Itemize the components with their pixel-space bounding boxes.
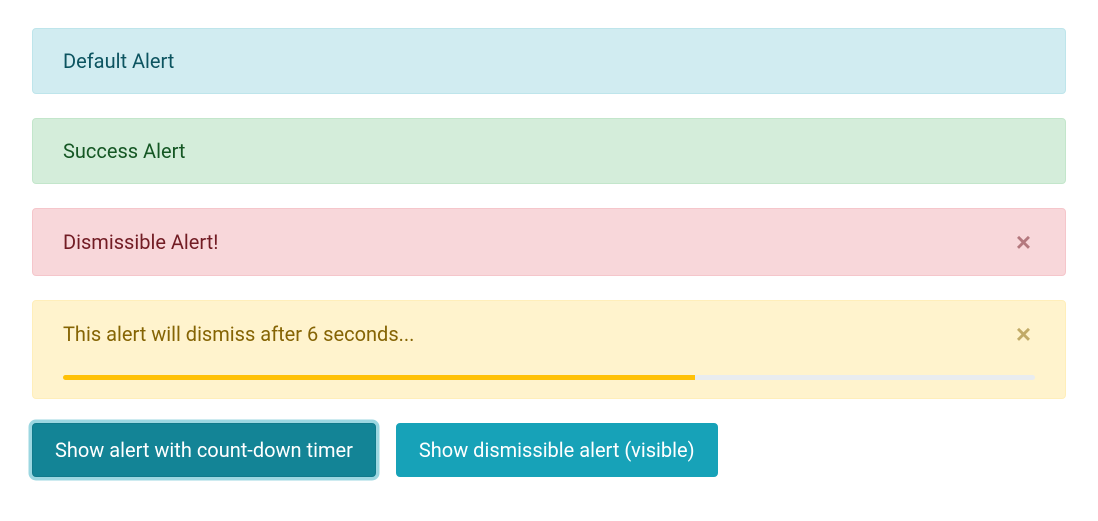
close-icon[interactable]: × [1012,321,1035,347]
button-row: Show alert with count-down timer Show di… [32,423,1066,477]
alert-default-text: Default Alert [63,49,174,73]
show-countdown-button[interactable]: Show alert with count-down timer [32,423,376,477]
alert-dismissible-text: Dismissible Alert! [63,230,218,254]
alert-default: Default Alert [32,28,1066,94]
alert-countdown-text: This alert will dismiss after 6 seconds.… [63,322,414,346]
alert-success-text: Success Alert [63,139,185,163]
alert-success: Success Alert [32,118,1066,184]
close-icon[interactable]: × [1012,229,1035,255]
countdown-progress-bar [63,375,695,380]
alert-dismissible: Dismissible Alert! × [32,208,1066,276]
alert-countdown: This alert will dismiss after 6 seconds.… [32,300,1066,399]
countdown-progress-track [63,375,1035,380]
show-dismissible-button[interactable]: Show dismissible alert (visible) [396,423,718,477]
